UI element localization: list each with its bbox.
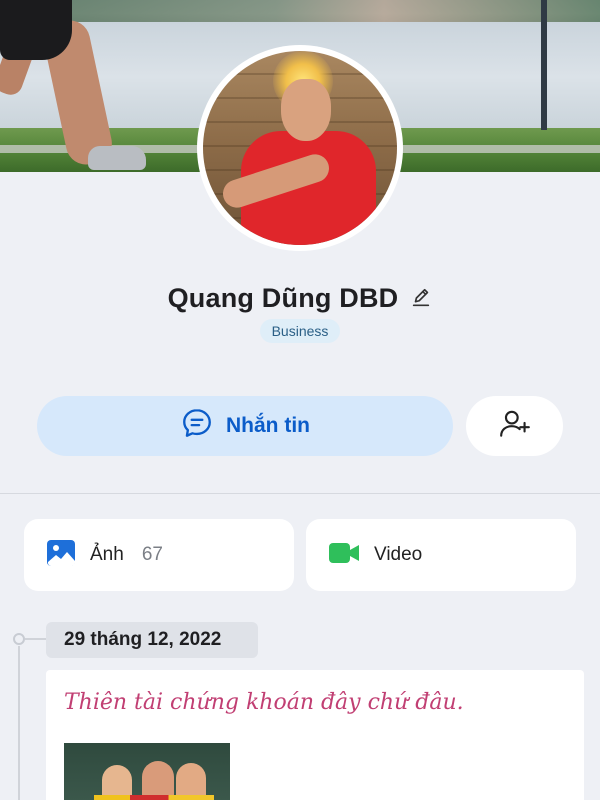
videos-label: Video [374, 544, 423, 565]
timeline-dot [13, 633, 25, 645]
profile-name-row: Quang Dũng DBD [0, 280, 600, 316]
timeline-date: 29 tháng 12, 2022 [46, 622, 258, 658]
cover-runner-shorts [0, 0, 72, 60]
business-badge: Business [260, 319, 340, 343]
photos-card[interactable]: Ảnh 67 [24, 519, 294, 591]
photos-label: Ảnh [90, 544, 124, 565]
profile-avatar[interactable] [197, 45, 403, 251]
videos-card[interactable]: Video [306, 519, 576, 591]
add-friend-button[interactable] [466, 396, 563, 456]
image-icon [46, 538, 76, 573]
message-button-label: Nhắn tin [226, 414, 310, 437]
section-divider [0, 493, 600, 494]
post-image[interactable] [64, 743, 230, 800]
timeline-line [18, 646, 20, 800]
profile-name: Quang Dũng DBD [167, 282, 399, 313]
message-button[interactable]: Nhắn tin [37, 396, 453, 456]
cover-pole [541, 0, 547, 130]
post-image-shirts [94, 795, 214, 800]
cover-runner-shoe [88, 146, 146, 170]
post-text: Thiên tài chứng khoán đây chứ đâu. [64, 690, 464, 715]
avatar-person-head [281, 79, 331, 141]
avatar-photo [203, 51, 397, 245]
timeline-connector [25, 638, 47, 640]
cover-shoreline [60, 0, 600, 22]
video-camera-icon [328, 540, 360, 571]
edit-pencil-icon[interactable] [410, 287, 432, 309]
chat-bubble-icon [180, 406, 214, 446]
add-friend-icon [498, 407, 532, 446]
photos-count: 67 [141, 544, 163, 565]
timeline-post[interactable]: Thiên tài chứng khoán đây chứ đâu. [46, 670, 584, 800]
